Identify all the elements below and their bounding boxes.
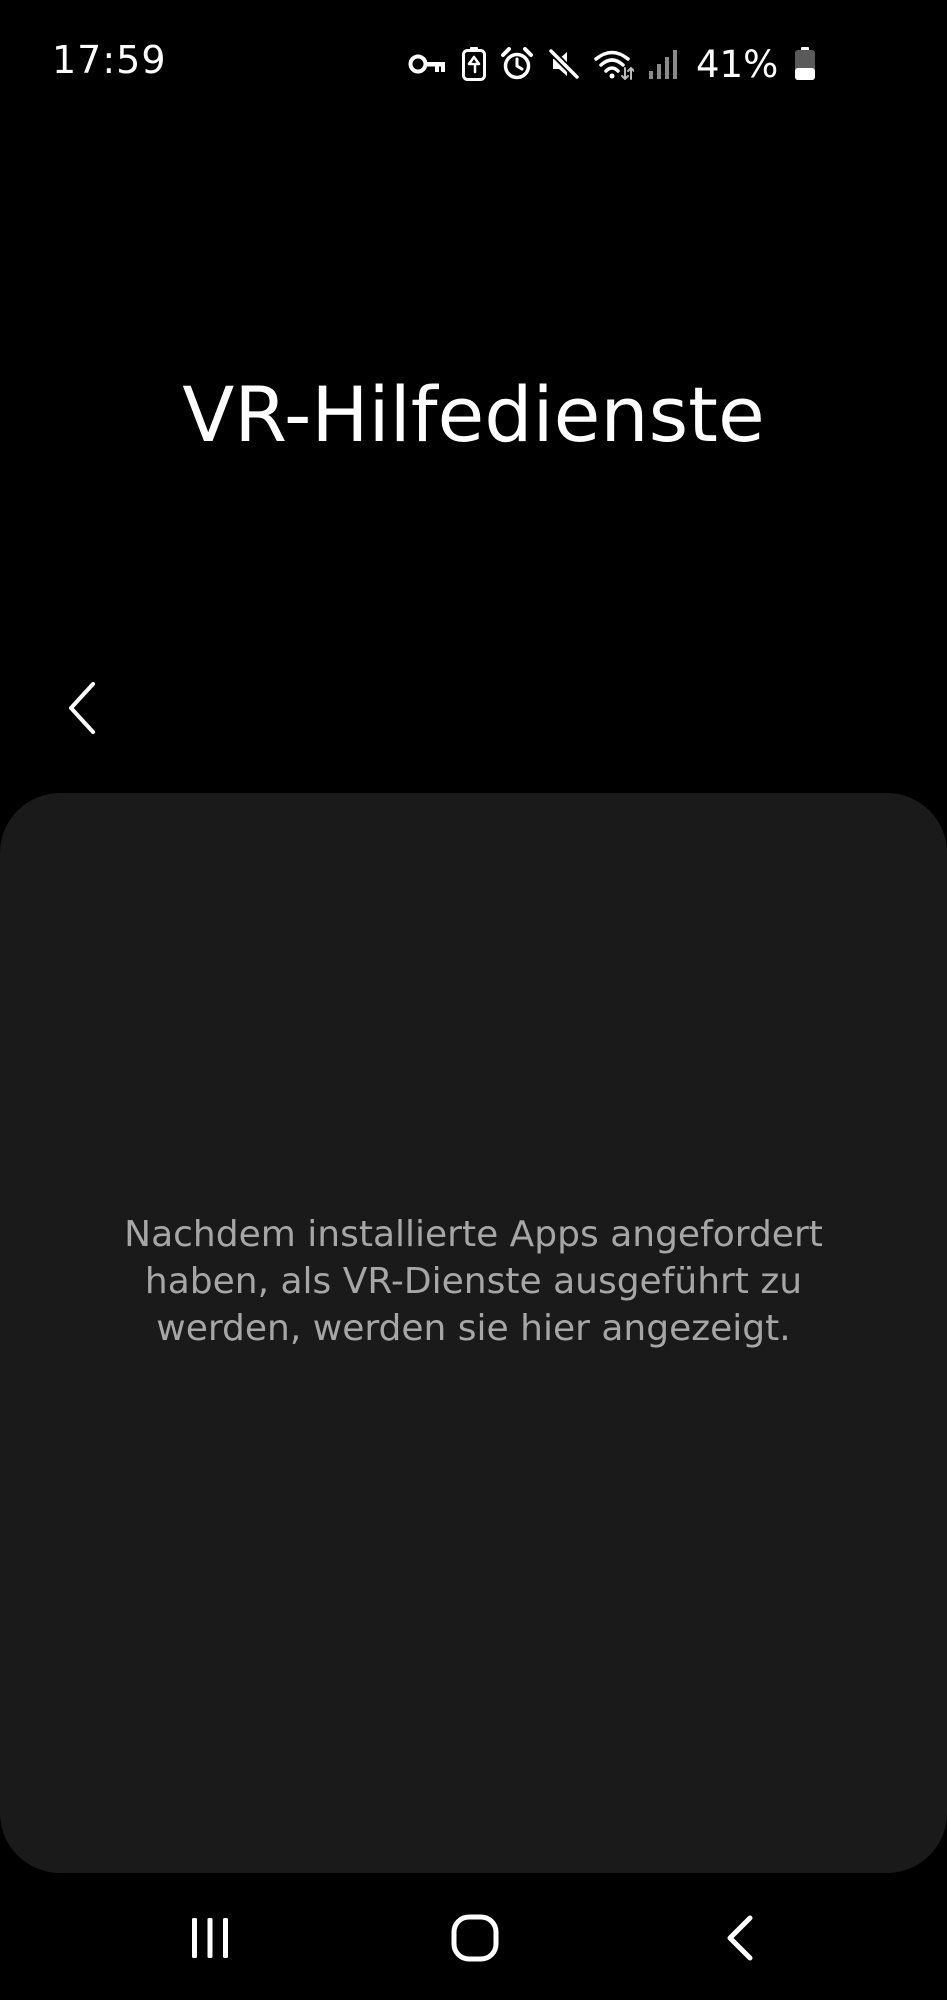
home-button[interactable]: [415, 1880, 535, 2000]
wifi-icon: [594, 48, 634, 80]
status-time: 17:59: [52, 38, 167, 82]
status-bar: 17:59 41%: [0, 0, 947, 130]
content-card: Nachdem installierte Apps angefordert ha…: [0, 793, 947, 1873]
vpn-key-icon: [408, 51, 448, 77]
page-title: VR-Hilfedienste: [182, 370, 765, 459]
home-icon: [450, 1913, 500, 1967]
battery-icon: [794, 47, 816, 81]
alarm-icon: [500, 47, 534, 81]
signal-icon: [648, 49, 678, 79]
mute-icon: [548, 48, 580, 80]
nav-back-button[interactable]: [680, 1880, 800, 2000]
chevron-left-icon: [65, 680, 99, 740]
status-icons: 41%: [408, 40, 816, 88]
battery-saver-icon: [462, 47, 486, 81]
back-icon: [724, 1914, 756, 1966]
empty-state-message: Nachdem installierte Apps angefordert ha…: [124, 1214, 823, 1349]
navigation-bar: [0, 1880, 947, 2000]
back-button[interactable]: [50, 670, 114, 750]
recents-button[interactable]: [150, 1880, 270, 2000]
recents-icon: [188, 1916, 232, 1964]
battery-percent: 41%: [696, 42, 779, 86]
